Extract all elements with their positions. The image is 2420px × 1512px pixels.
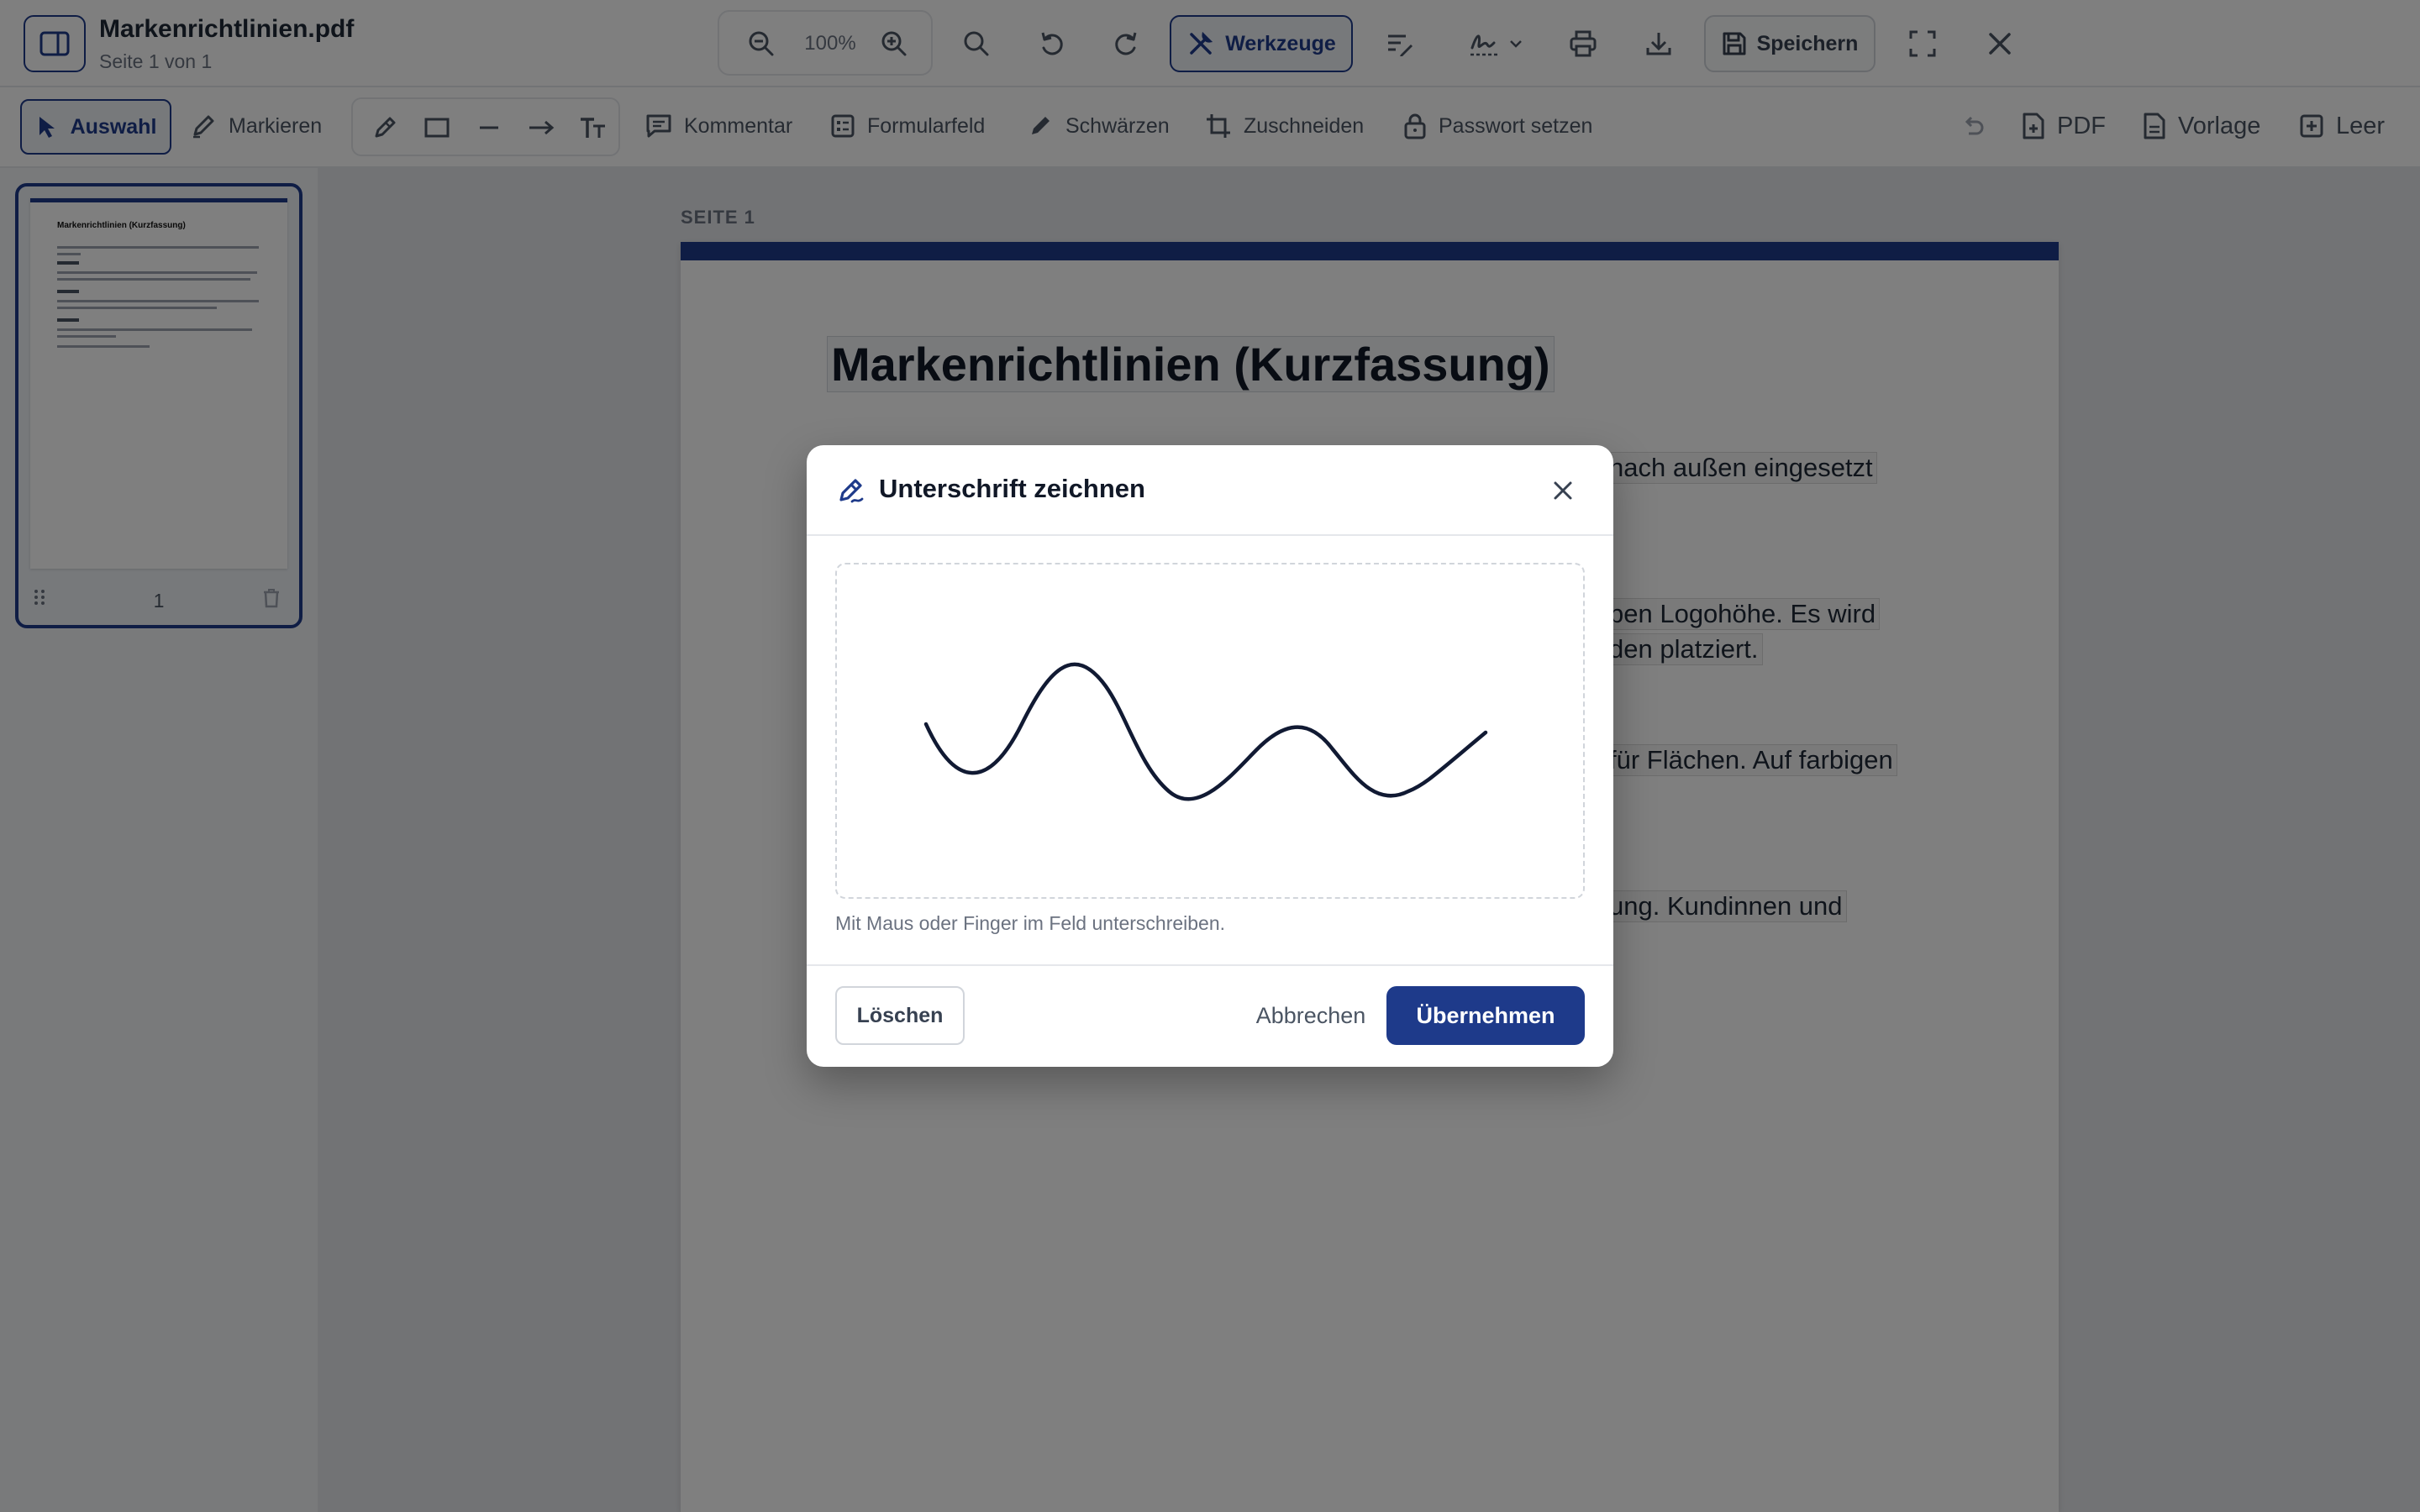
dialog-close-button[interactable]	[1538, 465, 1588, 516]
close-icon	[1552, 480, 1574, 501]
apply-signature-button[interactable]: Übernehmen	[1386, 986, 1585, 1045]
dialog-title: Unterschrift zeichnen	[879, 474, 1145, 503]
signature-hint: Mit Maus oder Finger im Feld unterschrei…	[835, 912, 1226, 934]
dialog-footer: Löschen Abbrechen Übernehmen	[807, 964, 1613, 1067]
signature-pen-icon	[835, 475, 865, 506]
clear-signature-button[interactable]: Löschen	[835, 986, 965, 1045]
signature-canvas[interactable]	[835, 563, 1585, 899]
signature-dialog: Unterschrift zeichnen Mit Maus oder Fing…	[807, 445, 1613, 1067]
dialog-header: Unterschrift zeichnen	[807, 445, 1613, 536]
signature-stroke	[923, 662, 1488, 801]
cancel-button[interactable]: Abbrechen	[1227, 986, 1395, 1045]
